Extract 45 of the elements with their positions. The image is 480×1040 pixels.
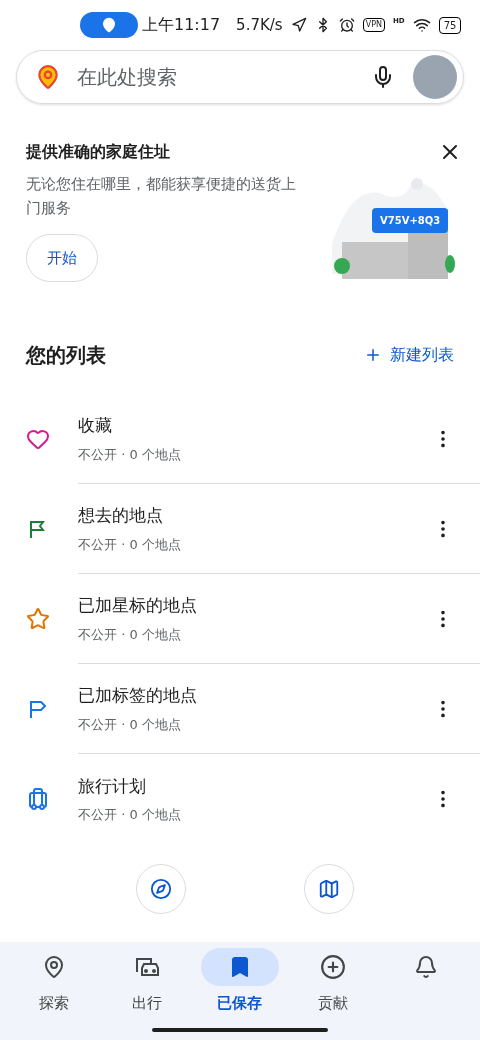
- list-name: 已加星标的地点: [78, 594, 198, 617]
- card-title: 提供准确的家庭住址: [26, 141, 171, 163]
- list-item[interactable]: 旅行计划 不公开 · 0 个地点: [78, 754, 480, 844]
- list-item[interactable]: 已加标签的地点 不公开 · 0 个地点: [78, 664, 480, 754]
- card-description: 无论您住在哪里，都能获享便捷的送货上门服务: [26, 174, 296, 219]
- location-arrow-icon: [290, 17, 307, 33]
- list-name: 旅行计划: [78, 774, 147, 798]
- plus-icon: [364, 346, 382, 364]
- nav-label: 探索: [39, 993, 70, 1014]
- list-name: 收藏: [78, 414, 113, 437]
- nav-label: 出行: [132, 993, 163, 1014]
- nav-tab[interactable]: 贡献: [286, 942, 380, 1040]
- list-meta: 不公开 · 0 个地点: [78, 445, 182, 464]
- nav-tab[interactable]: 探索: [8, 942, 101, 1040]
- add-icon: [319, 954, 346, 980]
- location-indicator: [80, 12, 138, 38]
- wifi-icon: [412, 16, 431, 34]
- new-list-button[interactable]: 新建列表: [364, 343, 454, 367]
- list-item[interactable]: 收藏 不公开 · 0 个地点: [78, 394, 480, 484]
- list-meta: 不公开 · 0 个地点: [78, 625, 182, 644]
- bell-icon: [413, 955, 438, 979]
- nav-tab[interactable]: 出行: [100, 942, 194, 1040]
- car-icon: [133, 955, 162, 979]
- shortcut-button[interactable]: [304, 864, 354, 914]
- battery-indicator: 75: [438, 16, 462, 34]
- vpn-badge: VPN: [362, 18, 385, 32]
- list-name: 想去的地点: [78, 504, 164, 527]
- list-item[interactable]: 已加星标的地点 不公开 · 0 个地点: [78, 574, 480, 664]
- search-field[interactable]: 在此处搜索: [77, 62, 353, 92]
- shortcut-button[interactable]: [136, 864, 186, 914]
- list-meta: 不公开 · 0 个地点: [78, 806, 182, 824]
- list-name: 已加标签的地点: [78, 684, 198, 707]
- list-item[interactable]: 想去的地点 不公开 · 0 个地点: [78, 484, 480, 574]
- nav-label: 贡献: [317, 993, 348, 1014]
- list-meta: 不公开 · 0 个地点: [78, 535, 182, 554]
- nav-tab[interactable]: 已保存: [193, 942, 287, 1040]
- network-speed: 5.7K/s: [236, 14, 283, 36]
- list-meta: 不公开 · 0 个地点: [78, 715, 182, 734]
- alarm-icon: [338, 17, 355, 33]
- clock-time: 上午11:17: [142, 14, 221, 36]
- section-title: 您的列表: [26, 342, 106, 369]
- map-pin-logo-icon: [35, 64, 61, 90]
- plus-code-tag: V75V+8Q3: [372, 208, 449, 233]
- map-icon: [318, 878, 340, 900]
- nav-label: 已保存: [217, 993, 263, 1014]
